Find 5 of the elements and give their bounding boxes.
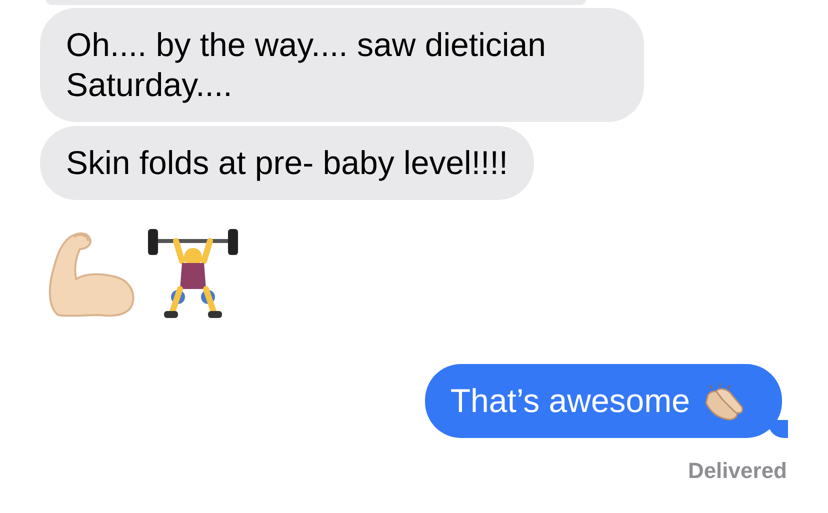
message-text: That’s awesome bbox=[450, 381, 690, 421]
delivery-status: Delivered bbox=[688, 457, 787, 485]
message-bubble: Oh.... by the way.... saw dietician Saturday.... bbox=[40, 8, 644, 122]
weightlifter-icon bbox=[146, 227, 240, 321]
message-bubble: Skin folds at pre- baby level!!!! bbox=[40, 126, 534, 200]
